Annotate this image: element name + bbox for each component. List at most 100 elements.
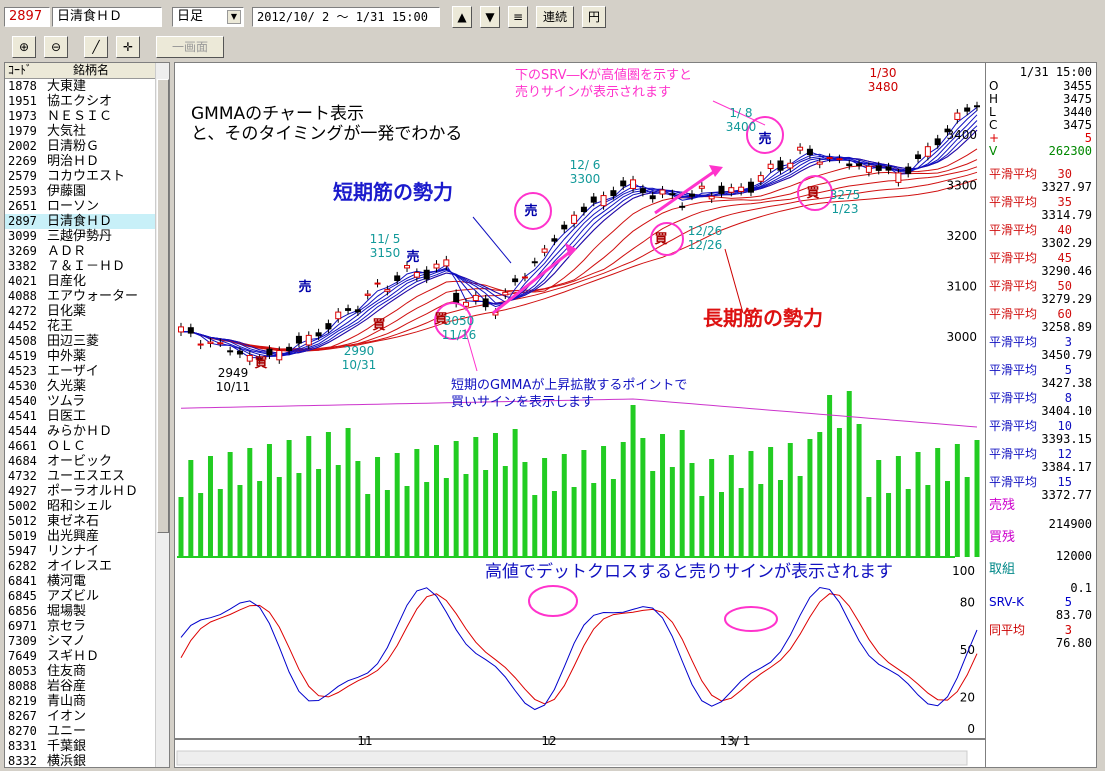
list-item[interactable]: 3269 ＡＤＲ — [5, 244, 157, 259]
short-term-label: 短期筋の勢力 — [333, 180, 453, 204]
list-item[interactable]: 1979 大気社 — [5, 124, 157, 139]
list-item[interactable]: 1878 大東建 — [5, 79, 157, 94]
list-item[interactable]: 3382 ７＆Ｉ－ＨＤ — [5, 259, 157, 274]
volume-bar — [876, 460, 882, 557]
list-item[interactable]: 4544 みらかＨＤ — [5, 424, 157, 439]
volume-bar — [787, 443, 793, 557]
ma-value: 3427.38 — [1041, 376, 1092, 390]
chart-scrollbar[interactable] — [176, 750, 968, 766]
list-item-name: 大東建 — [47, 79, 87, 94]
toolbar-tools: ⊕ ⊖ ╱ ✛ 一画面 — [0, 34, 1105, 62]
list-item[interactable]: 4508 田辺三菱 — [5, 334, 157, 349]
list-item[interactable]: 8331 千葉銀 — [5, 739, 157, 754]
volume-bar — [394, 453, 400, 557]
list-item[interactable]: 2593 伊藤園 — [5, 184, 157, 199]
code-input[interactable]: 2897 — [4, 7, 50, 27]
arrow-down-icon[interactable]: ▼ — [480, 6, 500, 28]
list-item[interactable]: 5012 東ゼネ石 — [5, 514, 157, 529]
ohlc-value: 3440 — [1063, 105, 1092, 119]
volume-bar — [630, 405, 636, 557]
price-annotation: 1/ 8 — [729, 106, 752, 120]
arrow-up-icon[interactable]: ▲ — [452, 6, 472, 28]
list-item[interactable]: 4661 ＯＬＣ — [5, 439, 157, 454]
list-item[interactable]: 7309 シマノ — [5, 634, 157, 649]
list-item[interactable]: 2651 ローソン — [5, 199, 157, 214]
price-annotation: 12/26 — [688, 224, 723, 238]
gmma-chart[interactable]: 3400 3300 3200 3100 3000 100 80 50 20 0 11 12 13/ 1 G… — [175, 63, 985, 767]
list-item[interactable]: 3099 三越伊勢丹 — [5, 229, 157, 244]
list-item[interactable]: 6845 アズビル — [5, 589, 157, 604]
list-item[interactable]: 6841 横河電 — [5, 574, 157, 589]
list-item-code: 8219 — [8, 694, 37, 708]
ma-value-row: 3279.29 — [986, 292, 1096, 306]
ohlc-value: 3455 — [1063, 79, 1092, 93]
list-item[interactable]: 2579 コカウエスト — [5, 169, 157, 184]
volume-bar — [502, 466, 508, 557]
line-tool-icon[interactable]: ╱ — [84, 36, 108, 58]
volume-bar — [660, 434, 666, 557]
list-item[interactable]: 8053 住友商 — [5, 664, 157, 679]
list-scroll-thumb[interactable] — [157, 79, 169, 533]
list-item[interactable]: 4540 ツムラ — [5, 394, 157, 409]
list-item[interactable]: 6971 京セラ — [5, 619, 157, 634]
right-scrollbar[interactable] — [1097, 62, 1105, 768]
ma-label: 平滑平均 — [989, 307, 1038, 321]
list-scrollbar[interactable] — [155, 63, 169, 767]
list-item[interactable]: 8219 青山商 — [5, 694, 157, 709]
list-item[interactable]: 5947 リンナイ — [5, 544, 157, 559]
period-select[interactable]: 日足 ▼ — [172, 7, 244, 27]
name-field[interactable]: 日清食ＨＤ — [52, 7, 162, 27]
list-item[interactable]: 4732 ユーエスエス — [5, 469, 157, 484]
ma-row: 平滑平均 3 — [986, 335, 1096, 349]
list-item-code: 8267 — [8, 709, 37, 723]
list-item[interactable]: 4523 エーザイ — [5, 364, 157, 379]
list-item[interactable]: 4272 日化薬 — [5, 304, 157, 319]
menu-icon[interactable]: ≡ — [508, 6, 528, 28]
zoom-out-icon[interactable]: ⊖ — [44, 36, 68, 58]
list-item[interactable]: 6856 堀場製 — [5, 604, 157, 619]
list-item[interactable]: 4452 花王 — [5, 319, 157, 334]
yen-button[interactable]: 円 — [582, 6, 606, 28]
list-header: ｺｰﾄﾞ 銘柄名 — [5, 63, 157, 79]
list-item-name: 田辺三菱 — [47, 334, 100, 349]
chevron-down-icon[interactable]: ▼ — [227, 10, 241, 24]
list-item-name: コカウエスト — [47, 169, 126, 184]
volume-bar — [414, 449, 420, 557]
list-item[interactable]: 2269 明治ＨＤ — [5, 154, 157, 169]
ma-row: 平滑平均 10 — [986, 419, 1096, 433]
chart-area[interactable]: 3400 3300 3200 3100 3000 100 80 50 20 0 11 12 13/ 1 G… — [174, 62, 986, 768]
list-item[interactable]: 6282 オイレスエ — [5, 559, 157, 574]
list-item[interactable]: 4519 中外薬 — [5, 349, 157, 364]
buy-signal-mark: 買 — [654, 232, 667, 247]
volume-bar — [689, 463, 695, 557]
list-item[interactable]: 8332 横浜銀 — [5, 754, 157, 767]
volume-bar — [669, 467, 675, 557]
continuous-button[interactable]: 連続 — [536, 6, 574, 28]
list-item[interactable]: 5019 出光興産 — [5, 529, 157, 544]
list-item[interactable]: 4021 日産化 — [5, 274, 157, 289]
list-item-code: 1951 — [8, 94, 37, 108]
list-item[interactable]: 5002 昭和シェル — [5, 499, 157, 514]
list-item[interactable]: 2002 日清粉Ｇ — [5, 139, 157, 154]
volume-bar — [453, 441, 459, 557]
list-item-name: 堀場製 — [47, 604, 87, 619]
list-item-code: 4519 — [8, 349, 37, 363]
list-item[interactable]: 2897 日清食ＨＤ — [5, 214, 157, 229]
list-item[interactable]: 8267 イオン — [5, 709, 157, 724]
list-item[interactable]: 1973 ＮＥＳＩＣ — [5, 109, 157, 124]
list-item[interactable]: 4927 ポーラオルＨＤ — [5, 484, 157, 499]
list-item[interactable]: 4530 久光薬 — [5, 379, 157, 394]
list-item[interactable]: 8088 岩谷産 — [5, 679, 157, 694]
list-item[interactable]: 8270 ユニー — [5, 724, 157, 739]
crosshair-icon[interactable]: ✛ — [116, 36, 140, 58]
list-item[interactable]: 1951 協エクシオ — [5, 94, 157, 109]
list-item[interactable]: 7649 スギＨＤ — [5, 649, 157, 664]
zoom-in-icon[interactable]: ⊕ — [12, 36, 36, 58]
price-annotation: 3150 — [370, 246, 401, 260]
candle-body — [276, 350, 283, 361]
list-item[interactable]: 4541 日医工 — [5, 409, 157, 424]
list-item[interactable]: 4684 オービック — [5, 454, 157, 469]
list-item[interactable]: 4088 エアウォーター — [5, 289, 157, 304]
date-range-field[interactable]: 2012/10/ 2 ～ 1/31 15:00 — [252, 7, 440, 27]
single-screen-button[interactable]: 一画面 — [156, 36, 224, 58]
